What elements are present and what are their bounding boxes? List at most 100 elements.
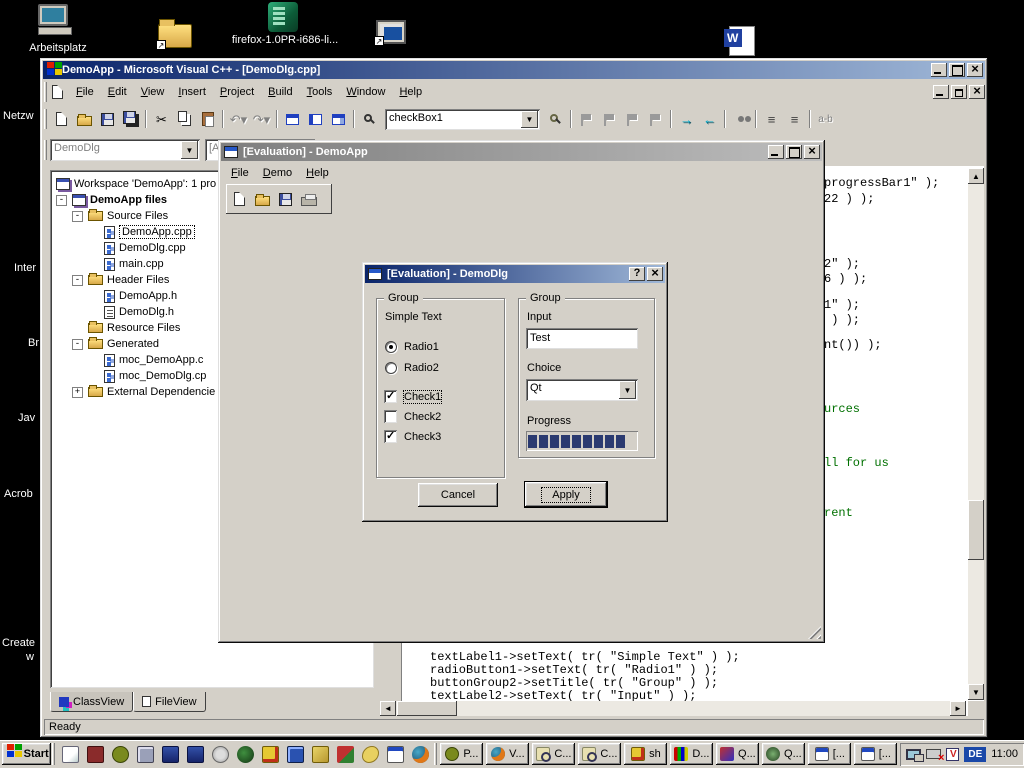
map-icon[interactable] [312,746,329,763]
redo-icon[interactable]: ↷▾ [250,108,273,130]
save-all-icon[interactable] [119,108,142,130]
bookmark-next-icon[interactable] [598,108,621,130]
my-computer-label[interactable]: Arbeitsplatz [8,42,108,54]
task-button[interactable]: sh [624,743,667,765]
tree-item-label[interactable]: moc_DemoDlg.cp [119,370,206,382]
checkbox-check3[interactable]: Check3 [384,430,441,443]
tree-item-label[interactable]: main.cpp [119,258,164,270]
menu-project[interactable]: Project [213,84,261,100]
display-shortcut-icon[interactable]: ↗ [376,20,406,44]
expand-icon[interactable]: + [72,387,83,398]
indent-decrease-icon[interactable]: ≡ [760,108,783,130]
demoapp-menu-help[interactable]: Help [299,165,336,181]
firefox-icon[interactable] [412,746,429,763]
resource-toggle-icon[interactable] [304,108,327,130]
scroll-left-icon[interactable]: ◄ [380,701,396,716]
desktop-icon-label[interactable]: Create [2,637,35,649]
keyboard-layout-badge[interactable]: DE [964,747,986,762]
checkbox-check1[interactable]: Check1 [384,390,441,403]
menu-tools[interactable]: Tools [300,84,340,100]
antivirus-tray-icon[interactable] [946,748,959,761]
checkbox-icon[interactable] [384,430,397,443]
terminal-icon[interactable] [287,746,304,763]
paste-icon[interactable] [196,108,219,130]
start-button[interactable]: Start [2,743,51,765]
chevron-down-icon[interactable]: ▼ [521,111,538,128]
task-button[interactable]: D... [670,743,713,765]
find-combo[interactable]: checkBox1▼ [385,109,540,130]
radio-icon[interactable] [385,341,397,353]
tree-item-label[interactable]: DemoDlg.cpp [119,242,186,254]
scroll-up-icon[interactable]: ▲ [968,168,984,184]
task-button[interactable]: V... [486,743,529,765]
editor-shortcut-icon[interactable] [62,746,79,763]
demoapp-close-button[interactable] [804,145,820,159]
tree-item-label[interactable]: DemoDlg.h [119,306,174,318]
hscroll-thumb[interactable] [397,701,457,716]
resize-grip[interactable] [808,626,821,639]
tree-item-label[interactable]: Generated [107,338,159,350]
apply-button[interactable]: Apply [524,481,608,508]
tree-item-label[interactable]: Workspace 'DemoApp': 1 pro [74,178,216,190]
open-folder-icon[interactable] [73,108,96,130]
address-book-icon[interactable] [87,746,104,763]
task-button[interactable]: C... [532,743,575,765]
input-field[interactable]: Test [526,328,638,349]
task-button[interactable]: P... [440,743,483,765]
menu-edit[interactable]: Edit [101,84,134,100]
dialog-close-button[interactable] [647,267,663,281]
scheduler-icon[interactable] [112,746,129,763]
vscroll-thumb[interactable] [968,500,984,560]
display-props-icon[interactable] [137,746,154,763]
close-button[interactable] [967,63,983,77]
radio-radio2[interactable]: Radio2 [385,362,439,374]
network-tray-icon[interactable] [906,749,921,760]
clock-icon[interactable] [212,746,229,763]
close-program-icon[interactable] [337,746,354,763]
wizardbar-class-combo[interactable]: DemoDlg ▼ [50,139,200,161]
task-button[interactable]: Q... [762,743,805,765]
desktop-icon-label[interactable]: Acrob [4,488,33,500]
bookmark-clear-icon[interactable] [644,108,667,130]
task-button[interactable]: [... [808,743,851,765]
save-icon[interactable] [96,108,119,130]
fish-icon[interactable] [362,746,379,763]
browse-next-icon[interactable]: → [675,108,698,130]
radio-radio1[interactable]: Radio1 [385,341,439,353]
collapse-icon[interactable]: - [72,339,83,350]
open-folder-icon[interactable] [251,188,274,210]
indent-increase-icon[interactable]: ≡ [783,108,806,130]
tree-item-label[interactable]: DemoApp.h [119,290,177,302]
messenger-2-icon[interactable] [187,746,204,763]
incremental-search-icon[interactable]: a-b [814,108,837,130]
messenger-1-icon[interactable] [162,746,179,763]
collapse-icon[interactable]: - [72,275,83,286]
cut-icon[interactable]: ✂ [150,108,173,130]
menu-window[interactable]: Window [339,84,392,100]
save-icon[interactable] [274,188,297,210]
menu-view[interactable]: View [134,84,172,100]
tree-item-label[interactable]: Header Files [107,274,169,286]
maximize-button[interactable] [949,63,965,77]
tree-item-label[interactable]: Resource Files [107,322,180,334]
menu-insert[interactable]: Insert [171,84,213,100]
collapse-icon[interactable]: - [56,195,67,206]
tree-item-label[interactable]: External Dependencie [107,386,215,398]
dialog-titlebar[interactable]: [Evaluation] - DemoDlg [365,265,665,283]
choice-combo[interactable]: Qt ▼ [526,379,638,401]
chevron-down-icon[interactable]: ▼ [619,381,636,399]
globe-icon[interactable] [237,746,254,763]
search-icon[interactable] [358,108,381,130]
menu-file[interactable]: File [69,84,101,100]
mdi-restore-button[interactable] [951,85,967,99]
checkbox-icon[interactable] [384,410,397,423]
firefox-installer-label[interactable]: firefox-1.0PR-i686-li... [225,34,345,46]
alert-user-icon[interactable] [262,746,279,763]
desktop-icon-label[interactable]: Inter [14,262,36,274]
browse-prev-icon[interactable]: ← [698,108,721,130]
desktop-icon-label[interactable]: Jav [18,412,35,424]
scroll-down-icon[interactable]: ▼ [968,684,984,700]
editor-hscrollbar[interactable]: ◄ ► [380,701,966,716]
clock[interactable]: 11:00 [991,748,1018,760]
bookmark-prev-icon[interactable] [621,108,644,130]
